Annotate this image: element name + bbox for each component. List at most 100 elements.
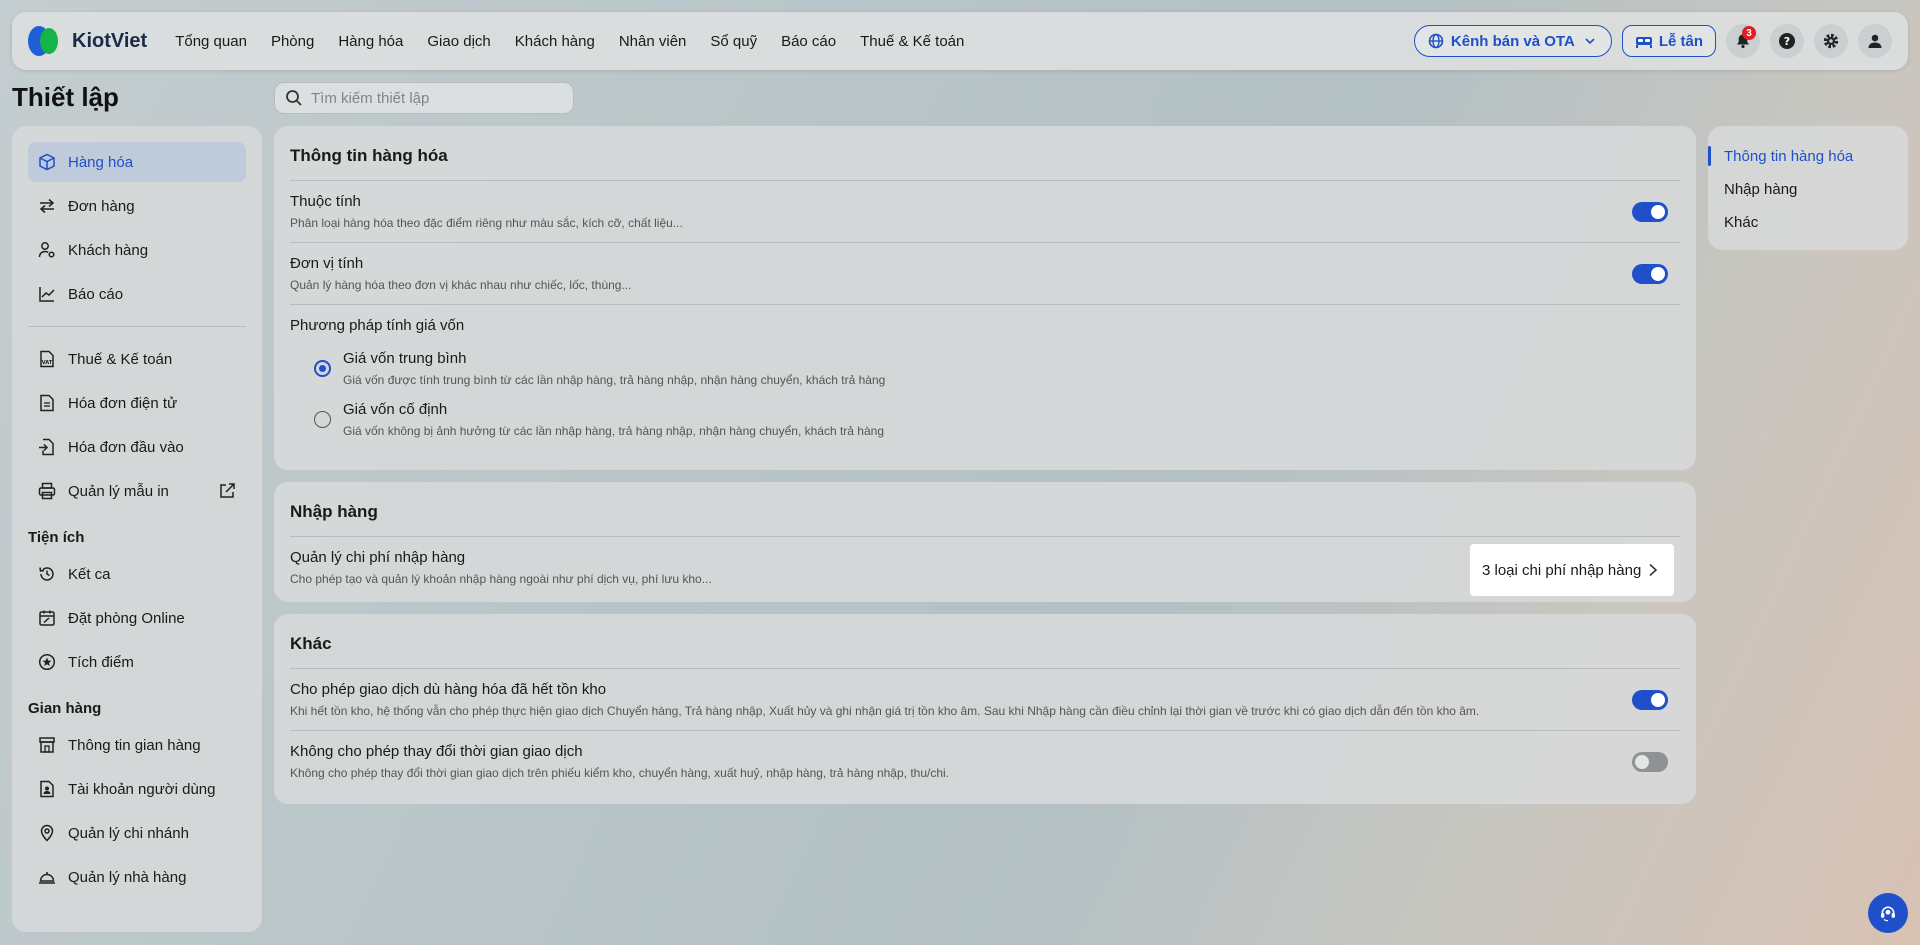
nav-item-cashbook[interactable]: Sổ quỹ [710,33,757,50]
star-circle-icon [38,653,56,671]
sidebar-item-loyalty-points[interactable]: Tích điểm [28,642,246,682]
swap-icon [38,197,56,215]
support-chat-button[interactable] [1868,893,1908,933]
account-button[interactable] [1858,24,1892,58]
headset-icon [1879,904,1897,922]
sidebar-item-e-invoice[interactable]: Hóa đơn điện tử [28,383,246,423]
setting-row-lock-transaction-time: Không cho phép thay đổi thời gian giao d… [290,731,1680,792]
setting-title: Thuộc tính [290,193,361,210]
sidebar-item-restaurants[interactable]: Quản lý nhà hàng [28,857,246,897]
sidebar-item-label: Tích điểm [68,653,134,671]
allow-out-of-stock-toggle[interactable] [1632,689,1668,710]
notification-button[interactable]: 3 [1726,24,1760,58]
setting-description: Không cho phép thay đổi thời gian giao d… [290,766,950,780]
sidebar-item-input-invoice[interactable]: Hóa đơn đầu vào [28,427,246,467]
sidebar-item-goods[interactable]: Hàng hóa [28,142,246,182]
section-toc: Thông tin hàng hóa Nhập hàng Khác [1708,126,1908,250]
import-cost-types-label: 3 loại chi phí nhập hàng [1482,561,1642,579]
reception-label: Lễ tân [1658,32,1703,50]
toc-item-other[interactable]: Khác [1708,206,1908,239]
search-icon [285,89,303,107]
sidebar-item-branches[interactable]: Quản lý chi nhánh [28,813,246,853]
radio-selected[interactable] [314,360,331,377]
setting-description: Phân loại hàng hóa theo đặc điểm riêng n… [290,216,683,230]
sidebar-section-utilities: Tiện ích [28,529,85,546]
settings-search [274,82,574,114]
toc-item-goods-info[interactable]: Thông tin hàng hóa [1708,140,1908,173]
panel-title: Thông tin hàng hóa [290,126,1680,181]
sidebar-item-reports[interactable]: Báo cáo [28,274,246,314]
lock-transaction-time-toggle[interactable] [1632,751,1668,772]
goods-info-panel: Thông tin hàng hóa Thuộc tính Phân loại … [274,126,1696,470]
help-button[interactable]: ? [1770,24,1804,58]
document-icon [38,394,56,412]
sidebar-item-label: Tài khoản người dùng [68,780,216,798]
nav-item-rooms[interactable]: Phòng [271,33,314,50]
sidebar-item-online-booking[interactable]: Đặt phòng Online [28,598,246,638]
nav-item-staff[interactable]: Nhân viên [619,33,687,50]
top-navbar: KiotViet Tổng quan Phòng Hàng hóa Giao d… [12,12,1908,70]
panel-title: Khác [290,614,1680,669]
setting-title: Đơn vị tính [290,255,364,272]
sidebar-item-customers[interactable]: Khách hàng [28,230,246,270]
setting-row-allow-out-of-stock: Cho phép giao dịch dù hàng hóa đã hết tồ… [290,669,1680,731]
setting-description: Quản lý hàng hóa theo đơn vị khác nhau n… [290,278,632,292]
box-icon [38,153,56,171]
setting-description: Khi hết tồn kho, hệ thống vẫn cho phép t… [290,704,1480,718]
setting-row-costing: Phương pháp tính giá vốn Giá vốn trung b… [290,305,1680,456]
notification-badge: 3 [1742,26,1756,40]
setting-title: Phương pháp tính giá vốn [290,317,465,334]
sidebar-item-store-info[interactable]: Thông tin gian hàng [28,725,246,765]
nav-item-reports[interactable]: Báo cáo [781,33,836,50]
page-title: Thiết lập [12,82,119,112]
search-input[interactable] [311,89,551,107]
logo-text: KiotViet [72,29,148,52]
svg-text:?: ? [1784,35,1790,48]
nav-item-transactions[interactable]: Giao dịch [427,33,490,50]
nav-item-customers[interactable]: Khách hàng [515,33,595,50]
navbar-actions: Kênh bán và OTA Lễ tân 3 ? [1413,24,1892,58]
sidebar-item-print-templates[interactable]: Quản lý mẫu in [28,471,246,511]
sidebar-item-label: Thông tin gian hàng [68,736,201,754]
units-toggle[interactable] [1632,263,1668,284]
location-icon [38,824,56,842]
attributes-toggle[interactable] [1632,201,1668,222]
printer-icon [38,482,56,500]
history-icon [38,565,56,583]
chart-icon [38,285,56,303]
option-description: Giá vốn không bị ảnh hưởng từ các lần nh… [343,424,884,438]
reception-button[interactable]: Lễ tân [1621,25,1716,57]
toc-item-import[interactable]: Nhập hàng [1708,173,1908,206]
settings-sidebar: Hàng hóa Đơn hàng Khách hàng Báo cáo VAT… [12,126,262,932]
costing-option-average[interactable]: Giá vốn trung bình Giá vốn được tính tru… [314,350,1680,387]
sidebar-item-label: Quản lý chi nhánh [68,824,189,842]
help-circle-icon: ? [1778,32,1796,50]
sidebar-item-label: Báo cáo [68,285,124,303]
import-cost-types-link[interactable]: 3 loại chi phí nhập hàng [1470,544,1674,596]
sidebar-item-user-accounts[interactable]: Tài khoản người dùng [28,769,246,809]
sidebar-item-orders[interactable]: Đơn hàng [28,186,246,226]
radio-unselected[interactable] [314,411,331,428]
sidebar-item-tax[interactable]: VAT Thuế & Kế toán [28,339,246,379]
logo[interactable]: KiotViet [28,24,147,58]
other-panel: Khác Cho phép giao dịch dù hàng hóa đã h… [274,614,1696,804]
option-title: Giá vốn trung bình [343,350,467,367]
sidebar-item-label: Khách hàng [68,241,149,259]
channel-ota-button[interactable]: Kênh bán và OTA [1413,25,1612,57]
sidebar-item-label: Đơn hàng [68,197,135,215]
option-description: Giá vốn được tính trung bình từ các lần … [343,373,886,387]
sidebar-item-label: Hóa đơn đầu vào [68,438,184,456]
nav-item-overview[interactable]: Tổng quan [175,33,247,50]
external-link-icon[interactable] [218,482,236,500]
sidebar-divider [28,326,246,327]
vat-icon: VAT [38,350,56,368]
nav-item-tax[interactable]: Thuế & Kế toán [860,33,964,50]
svg-text:VAT: VAT [42,360,53,366]
costing-option-fixed[interactable]: Giá vốn cố định Giá vốn không bị ảnh hưở… [314,401,1680,438]
import-panel: Nhập hàng Quản lý chi phí nhập hàng Cho … [274,482,1696,602]
setting-title: Cho phép giao dịch dù hàng hóa đã hết tồ… [290,681,607,698]
user-settings-icon [38,241,56,259]
settings-button[interactable] [1814,24,1848,58]
sidebar-item-shift-close[interactable]: Kết ca [28,554,246,594]
nav-item-goods[interactable]: Hàng hóa [338,33,403,50]
